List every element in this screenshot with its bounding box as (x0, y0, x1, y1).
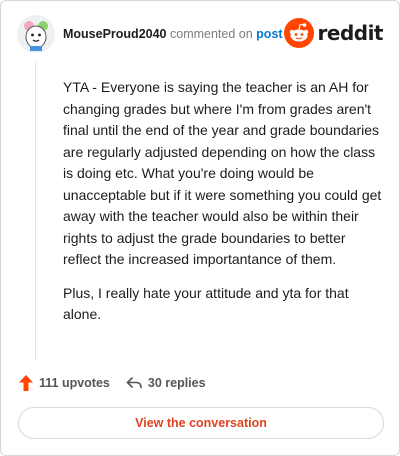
user-avatar[interactable] (17, 15, 55, 53)
embedded-comment-card: MouseProud2040 commented on post reddit … (0, 0, 400, 456)
upvote-arrow-icon (19, 375, 33, 391)
reddit-logo-icon (283, 18, 314, 48)
upvotes-count: 111 upvotes (39, 376, 110, 390)
comment-byline: MouseProud2040 commented on post (63, 27, 283, 41)
replies-stat[interactable]: 30 replies (126, 376, 206, 390)
reddit-brand[interactable]: reddit (283, 17, 384, 49)
upvotes-stat[interactable]: 111 upvotes (19, 375, 110, 391)
comment-header: MouseProud2040 commented on post reddit (17, 15, 384, 53)
comment-paragraph: Plus, I really hate your attitude and yt… (63, 284, 349, 323)
brand-name: reddit (317, 21, 384, 45)
view-conversation-button[interactable]: View the conversation (18, 407, 384, 439)
reply-arrow-icon (126, 377, 142, 389)
comment-stats: 111 upvotes 30 replies (19, 373, 206, 393)
action-text: commented on (170, 27, 253, 41)
comment-paragraph: YTA - Everyone is saying the teacher is … (63, 79, 382, 267)
thread-line (35, 61, 36, 361)
replies-count: 30 replies (147, 376, 206, 390)
comment-body: YTA - Everyone is saying the teacher is … (63, 77, 383, 338)
username-link[interactable]: MouseProud2040 (63, 27, 167, 41)
avatar-mouse-icon (17, 15, 55, 53)
post-link[interactable]: post (256, 27, 282, 41)
